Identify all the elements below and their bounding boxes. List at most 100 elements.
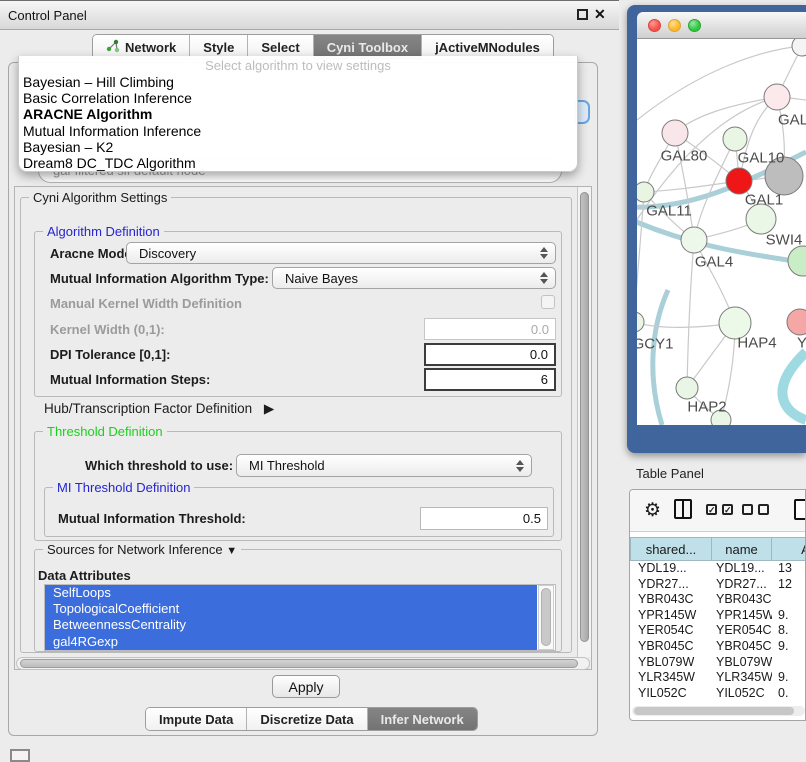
tab-infer-network[interactable]: Infer Network: [368, 708, 477, 730]
table-row[interactable]: YBR045CYBR045C9.: [630, 639, 806, 655]
group-title: Threshold Definition: [43, 424, 167, 439]
table-row[interactable]: YBL079WYBL079W: [630, 655, 806, 671]
tab-impute-data[interactable]: Impute Data: [146, 708, 247, 730]
network-node[interactable]: [792, 39, 806, 56]
column-header-3[interactable]: A: [772, 537, 806, 561]
unchecked-checkbox-icon[interactable]: [742, 504, 753, 515]
algorithm-option[interactable]: Basic Correlation Inference: [19, 90, 577, 106]
floating-panel-icon[interactable]: [10, 749, 30, 762]
hub-definition-toggle[interactable]: Hub/Transcription Factor Definition ▶: [44, 401, 274, 417]
table-cell: 8.: [772, 623, 806, 639]
table-cell: YDL19...: [630, 561, 712, 577]
algorithm-option[interactable]: Mutual Information Inference: [19, 123, 577, 139]
table-cell: YBL079W: [712, 655, 772, 671]
kernel-width-field[interactable]: 0.0: [424, 318, 556, 340]
network-node-y[interactable]: [787, 309, 806, 335]
tab-label: jActiveMNodules: [435, 40, 540, 55]
manual-kernel-checkbox[interactable]: [541, 295, 555, 309]
table-cell: YLR345W: [712, 670, 772, 686]
algorithm-option[interactable]: Bayesian – Hill Climbing: [19, 74, 577, 90]
settings-vertical-scrollbar[interactable]: [577, 187, 591, 657]
which-threshold-combobox[interactable]: MI Threshold: [236, 454, 532, 477]
network-node-hap4[interactable]: [719, 307, 751, 339]
table-cell: [772, 592, 806, 608]
tab-label: Impute Data: [159, 712, 233, 727]
aracne-mode-combobox[interactable]: Discovery: [126, 242, 556, 264]
zoom-traffic-light-icon[interactable]: [688, 19, 701, 32]
table-cell: 9.: [772, 639, 806, 655]
window-restore-icon[interactable]: [577, 9, 588, 20]
attribute-item[interactable]: SelfLoops: [45, 585, 537, 601]
network-node-gal[interactable]: [764, 84, 790, 110]
mi-threshold-field[interactable]: 0.5: [420, 507, 548, 530]
bottom-tab-bar: Impute Data Discretize Data Infer Network: [145, 707, 478, 731]
tab-label: Style: [203, 40, 234, 55]
table-row[interactable]: YPR145WYPR145W9.: [630, 608, 806, 624]
column-header-2[interactable]: name: [712, 537, 772, 561]
control-panel-titlebar: Control Panel: [0, 0, 619, 30]
algorithm-option[interactable]: Bayesian – K2: [19, 139, 577, 155]
apply-button[interactable]: Apply: [272, 675, 340, 698]
mi-algorithm-type-combobox[interactable]: Naive Bayes: [272, 267, 556, 289]
tab-discretize-data[interactable]: Discretize Data: [247, 708, 367, 730]
table-row[interactable]: YIL052CYIL052C0.: [630, 686, 806, 702]
network-canvas[interactable]: [637, 39, 806, 425]
algorithm-dropdown-prompt: Select algorithm to view settings: [19, 56, 577, 74]
network-edge: [687, 240, 694, 388]
checked-checkbox-icon[interactable]: ✓: [706, 504, 717, 515]
window-close-icon[interactable]: ✕: [594, 6, 606, 23]
dpi-tolerance-field[interactable]: 0.0: [424, 343, 556, 366]
table-cell: YIL052C: [630, 686, 712, 702]
table-cell: YBR043C: [630, 592, 712, 608]
gear-icon[interactable]: ⚙: [644, 499, 661, 522]
document-icon[interactable]: [794, 499, 806, 520]
network-node[interactable]: [765, 157, 803, 195]
tab-label: Select: [261, 40, 299, 55]
network-node[interactable]: [711, 410, 731, 425]
field-value: 6: [541, 372, 548, 387]
network-node-swi4[interactable]: [788, 246, 806, 276]
unchecked-checkbox-icon[interactable]: [758, 504, 769, 515]
network-node-gal11[interactable]: [637, 182, 654, 202]
table-body: YDL19...YDL19...13YDR27...YDR27...12YBR0…: [630, 561, 806, 701]
list-vertical-scrollbar[interactable]: [538, 585, 554, 650]
network-node-hap2[interactable]: [676, 377, 698, 399]
table-cell: 9.: [772, 670, 806, 686]
network-node-gcy1[interactable]: [637, 312, 644, 332]
attribute-item[interactable]: gal4RGexp: [45, 634, 537, 650]
algorithm-option[interactable]: Dream8 DC_TDC Algorithm: [19, 155, 577, 171]
network-node-gal10[interactable]: [723, 127, 747, 151]
column-header-1[interactable]: shared...: [630, 537, 712, 561]
control-panel-title: Control Panel: [8, 8, 87, 23]
scrollbar-thumb[interactable]: [541, 588, 551, 646]
checked-checkbox-icon[interactable]: ✓: [722, 504, 733, 515]
table-row[interactable]: YDL19...YDL19...13: [630, 561, 806, 577]
columns-icon[interactable]: [674, 499, 692, 519]
attribute-item[interactable]: TopologicalCoefficient: [45, 601, 537, 617]
scrollbar-thumb[interactable]: [20, 659, 578, 668]
settings-horizontal-scrollbar[interactable]: [16, 657, 590, 670]
scrollbar-thumb[interactable]: [580, 192, 589, 642]
expand-down-icon: ▼: [226, 545, 237, 557]
table-horizontal-scrollbar[interactable]: [632, 706, 805, 716]
network-node-gal1[interactable]: [746, 204, 776, 234]
table-row[interactable]: YER054CYER054C8.: [630, 623, 806, 639]
network-node-gal4[interactable]: [681, 227, 707, 253]
table-row[interactable]: YDR27...YDR27...12: [630, 577, 806, 593]
table-row[interactable]: YLR345WYLR345W9.: [630, 670, 806, 686]
close-traffic-light-icon[interactable]: [648, 19, 661, 32]
network-node[interactable]: [726, 168, 752, 194]
network-node-gal80[interactable]: [662, 120, 688, 146]
scrollbar-thumb[interactable]: [634, 707, 794, 715]
mi-steps-field[interactable]: 6: [424, 368, 556, 391]
minimize-traffic-light-icon[interactable]: [668, 19, 681, 32]
sources-toggle[interactable]: Sources for Network Inference ▼: [43, 542, 241, 557]
algorithm-option[interactable]: ARACNE Algorithm: [19, 106, 577, 122]
kernel-width-label: Kernel Width (0,1):: [50, 322, 165, 337]
table-cell: YBR045C: [712, 639, 772, 655]
table-row[interactable]: YBR043CYBR043C: [630, 592, 806, 608]
tab-label: Discretize Data: [260, 712, 353, 727]
network-window-titlebar[interactable]: [637, 12, 806, 39]
data-attributes-list[interactable]: SelfLoopsTopologicalCoefficientBetweenne…: [44, 584, 556, 651]
attribute-item[interactable]: BetweennessCentrality: [45, 617, 537, 633]
